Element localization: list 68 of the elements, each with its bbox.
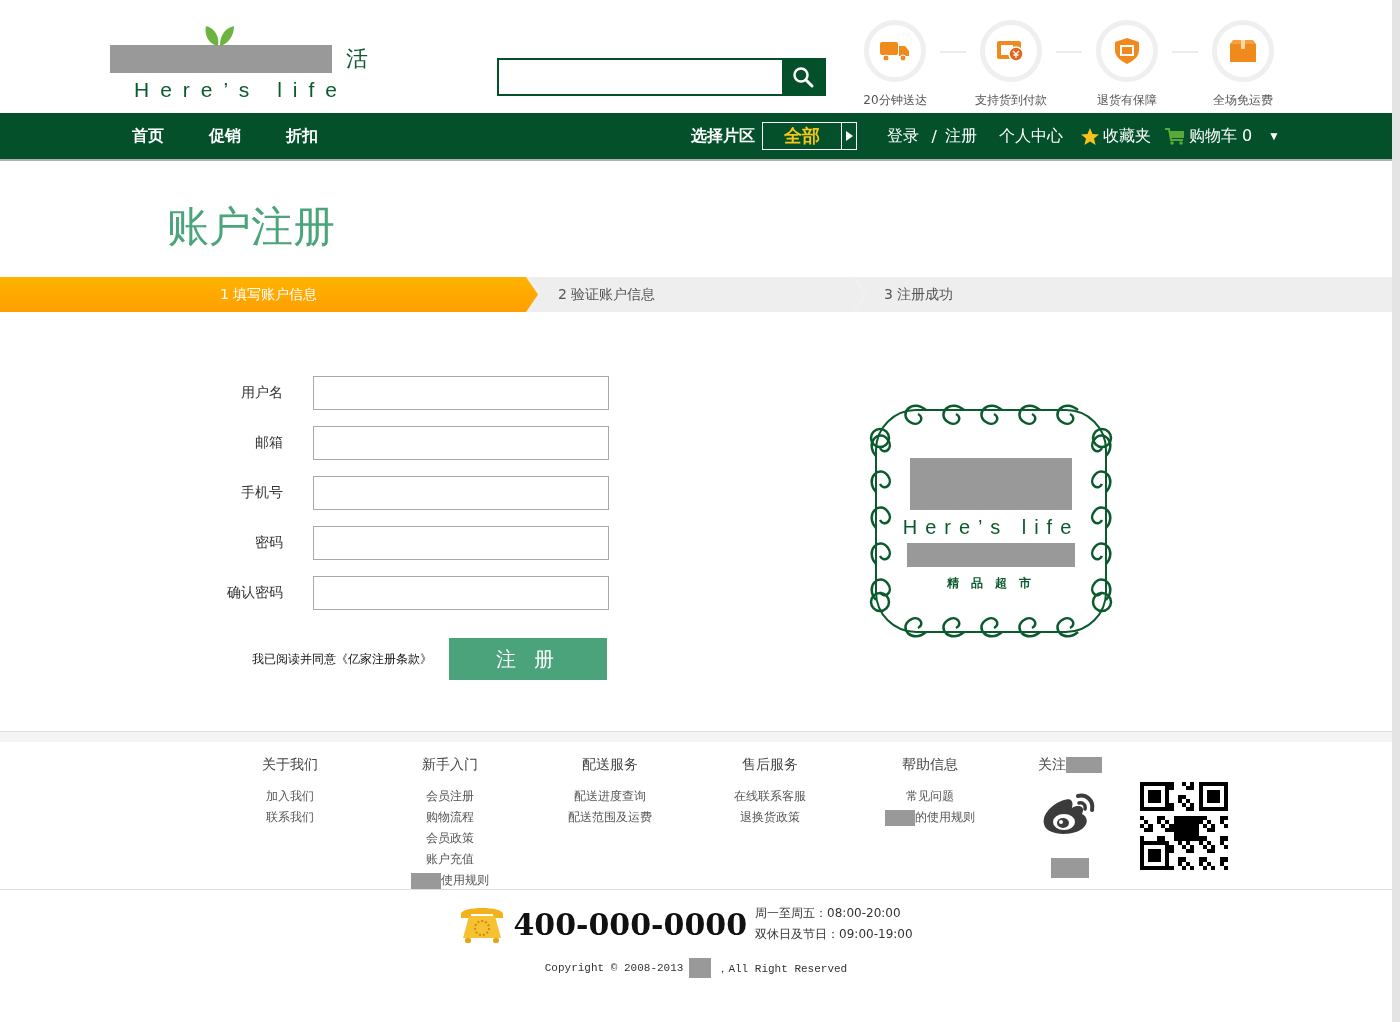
truck-icon — [880, 40, 910, 62]
agreement-text: 我已阅读并同意《亿家注册条款》 — [252, 650, 433, 668]
qr-code-icon — [1140, 782, 1228, 870]
region-dropdown[interactable]: 全部 — [762, 122, 858, 150]
page-title: 账户注册 — [167, 201, 336, 253]
cart-link[interactable]: 购物车 0 — [1164, 125, 1253, 147]
input-field[interactable] — [313, 576, 609, 610]
footer-link[interactable]: 账户充值 — [426, 851, 474, 868]
service-hours: 双休日及节日：09:00-19:00 — [755, 926, 913, 943]
footer-heading: 帮助信息 — [902, 756, 958, 774]
account-link[interactable]: 个人中心 — [998, 125, 1063, 147]
service-hours: 周一至周五：08:00-20:00 — [755, 905, 902, 922]
footer-link[interactable]: 配送进度查询 — [574, 788, 646, 805]
input-field[interactable] — [313, 426, 609, 460]
favorites-link[interactable]: 收藏夹 — [1080, 125, 1151, 147]
region-label: 选择片区 — [691, 125, 756, 147]
footer-link[interactable]: 常见问题 — [906, 788, 954, 805]
field-label: 手机号 — [240, 484, 283, 502]
footer-link[interactable]: 在线联系客服 — [734, 788, 806, 805]
copyright-text: Copyright © 2008-2013 — [544, 962, 684, 974]
search-button[interactable] — [782, 60, 824, 94]
footer-heading: 关于我们 — [262, 756, 318, 774]
wallet-icon — [997, 39, 1025, 63]
redaction-block — [689, 958, 712, 978]
search-icon — [792, 66, 814, 88]
feature-label: 支持货到付款 — [975, 92, 1047, 109]
input-field[interactable] — [313, 526, 609, 560]
input-field[interactable] — [313, 476, 609, 510]
field-label: 用户名 — [240, 384, 283, 402]
footer-heading: 配送服务 — [582, 756, 638, 774]
footer-link[interactable]: 会员政策 — [426, 830, 474, 847]
nav-link[interactable]: 折扣 — [286, 125, 318, 147]
footer-link[interactable]: 会员注册 — [426, 788, 474, 805]
copyright-text: ，All Right Reserved — [717, 961, 848, 976]
nav-link[interactable]: 促销 — [209, 125, 241, 147]
footer-link[interactable]: 的使用规则 — [915, 809, 975, 826]
footer-link[interactable]: 购物流程 — [426, 809, 474, 826]
footer-heading: 关注 — [1038, 756, 1066, 774]
search-field[interactable] — [497, 58, 826, 96]
feature-label: 退货有保障 — [1097, 92, 1157, 109]
field-label: 邮箱 — [254, 434, 283, 452]
field-label: 确认密码 — [226, 584, 283, 602]
register-link[interactable]: 注册 — [944, 125, 977, 147]
cart-dropdown[interactable]: ▼ — [1266, 129, 1282, 143]
footer-link[interactable]: 联系我们 — [266, 809, 314, 826]
nav-link[interactable]: 首页 — [132, 125, 164, 147]
star-icon — [1080, 127, 1099, 145]
emblem-tagline: Here’s life — [902, 516, 1080, 539]
footer-heading: 新手入门 — [422, 756, 478, 774]
separator-text: / — [931, 126, 937, 146]
footer-heading: 售后服务 — [742, 756, 798, 774]
footer-link[interactable]: 配送范围及运费 — [568, 809, 652, 826]
cart-icon — [1164, 127, 1185, 145]
redaction-block — [1051, 858, 1089, 878]
emblem-subtitle: 精 品 超 市 — [946, 575, 1036, 592]
shield-icon — [1115, 38, 1139, 64]
feature-label: 全场免运费 — [1213, 92, 1273, 109]
footer-link[interactable]: 使用规则 — [441, 872, 489, 889]
login-link[interactable]: 登录 — [887, 125, 920, 147]
box-icon — [1230, 40, 1256, 62]
phone-number: 400-000-0000 — [513, 906, 748, 942]
logo-tagline: Here’s life — [134, 78, 349, 102]
field-label: 密码 — [254, 534, 283, 552]
footer-link[interactable]: 退换货政策 — [740, 809, 800, 826]
logo-text: 活 — [346, 45, 368, 73]
input-field[interactable] — [313, 376, 609, 410]
footer-link[interactable]: 加入我们 — [266, 788, 314, 805]
feature-label: 20分钟送达 — [863, 92, 927, 109]
